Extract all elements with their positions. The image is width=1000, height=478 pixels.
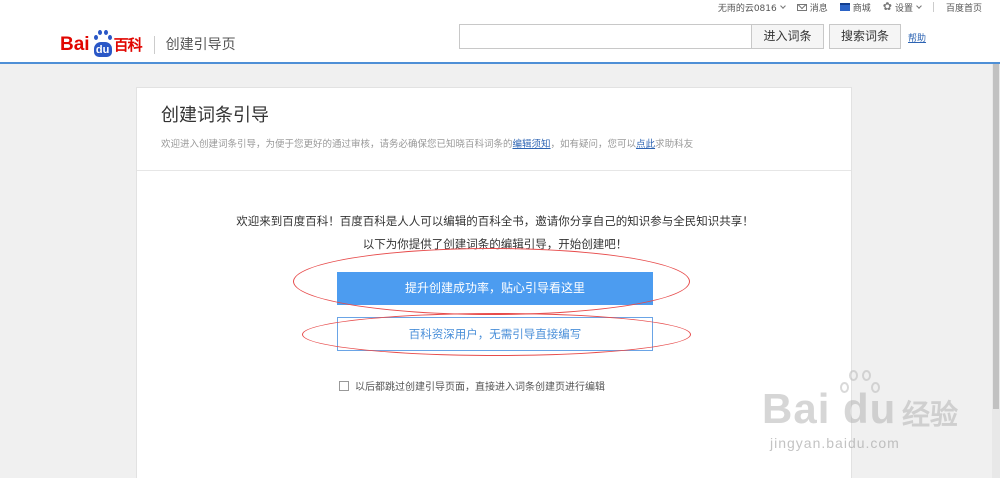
skip-guide-option[interactable]: 以后都跳过创建引导页面，直接进入词条创建页进行编辑 — [339, 378, 605, 393]
paw-logo-icon: du — [91, 30, 113, 57]
desc-text: 欢迎进入创建词条引导，为便于您更好的通过审核，请务必确保您已知晓百科词条的 — [161, 139, 513, 150]
skip-guide-label: 以后都跳过创建引导页面，直接进入词条创建页进行编辑 — [355, 382, 605, 393]
logo-bai-text: Bai — [60, 34, 90, 55]
guide-card: 创建词条引导 欢迎进入创建词条引导，为便于您更好的通过审核，请务必确保您已知晓百… — [136, 87, 852, 478]
page-subtitle: 创建引导页 — [165, 37, 236, 53]
messages-label: 消息 — [809, 3, 828, 14]
chevron-down-icon — [779, 2, 786, 9]
skip-guide-checkbox[interactable] — [339, 380, 349, 391]
gear-icon: ✿ — [882, 0, 892, 13]
header: Bai du 百科 创建引导页 进入词条 搜索词条 帮助 — [0, 14, 1000, 64]
logo-du-text: du — [93, 42, 112, 57]
divider — [932, 2, 934, 12]
desc-text: ，如有疑问，您可以 — [550, 139, 637, 150]
scrollbar-thumb[interactable] — [993, 64, 999, 409]
welcome-line-2: 以下为你提供了创建词条的编辑引导，开始创建吧！ — [362, 237, 628, 251]
mall-label: 商城 — [852, 3, 871, 14]
card-header: 创建词条引导 欢迎进入创建词条引导，为便于您更好的通过审核，请务必确保您已知晓百… — [137, 88, 851, 171]
page-scrollbar[interactable] — [992, 64, 1000, 478]
settings-menu[interactable]: ✿ 设置 — [882, 0, 922, 14]
page-title: 创建词条引导 — [161, 105, 269, 126]
edit-notice-link[interactable]: 编辑须知 — [513, 139, 551, 150]
mall-icon — [839, 3, 850, 11]
card-description: 欢迎进入创建词条引导，为便于您更好的通过审核，请务必确保您已知晓百科词条的编辑须… — [161, 136, 851, 150]
messages-link[interactable]: 消息 — [796, 1, 828, 14]
baike-logo[interactable]: Bai du 百科 创建引导页 — [60, 17, 236, 57]
search-entry-button[interactable]: 搜索词条 — [829, 24, 901, 49]
chevron-down-icon — [916, 2, 922, 9]
baidu-home-link[interactable]: 百度首页 — [946, 1, 982, 14]
user-menu[interactable]: 无雨的云0816 — [717, 1, 786, 14]
click-here-link[interactable]: 点此 — [636, 139, 655, 150]
settings-label: 设置 — [894, 3, 913, 14]
help-link[interactable]: 帮助 — [908, 31, 926, 44]
mail-icon — [796, 3, 807, 11]
enter-entry-button[interactable]: 进入词条 — [751, 24, 824, 49]
logo-divider — [153, 36, 155, 54]
logo-baike-text: 百科 — [113, 36, 143, 54]
username: 无雨的云0816 — [717, 3, 777, 14]
top-links: 无雨的云0816 消息 商城 ✿ 设置 百度首页 — [706, 0, 982, 14]
search-input[interactable] — [459, 24, 752, 49]
welcome-line-1: 欢迎来到百度百科！百度百科是人人可以编辑的百科全书，邀请你分享自己的知识参与全民… — [236, 214, 754, 228]
watermark-cn: 经验 — [902, 398, 959, 431]
direct-edit-button[interactable]: 百科资深用户，无需引导直接编写 — [337, 317, 653, 351]
top-utility-bar: 无雨的云0816 消息 商城 ✿ 设置 百度首页 — [0, 0, 1000, 14]
guided-create-button[interactable]: 提升创建成功率，贴心引导看这里 — [337, 272, 653, 305]
desc-text: 求助科友 — [655, 139, 694, 150]
mall-link[interactable]: 商城 — [839, 1, 871, 14]
